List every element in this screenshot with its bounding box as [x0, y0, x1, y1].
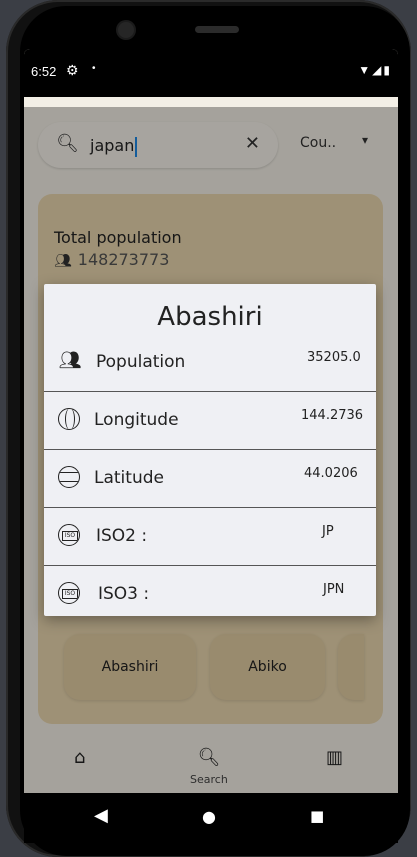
dialog-row-iso2: ISO ISO2 : JP	[44, 508, 376, 566]
status-time: 6:52	[31, 64, 57, 79]
iso-globe-icon: ISO	[58, 582, 80, 604]
iso-badge: ISO	[62, 589, 78, 599]
device-screen: 6:52 ⚙ • ▼◢▮ 🔍︎ japan ✕ Cou.. ▾ Total po…	[24, 49, 398, 843]
population-value: 35205.0	[307, 350, 361, 365]
latitude-globe-icon	[58, 466, 80, 488]
city-detail-dialog: Abashiri 👥︎ Population 35205.0 Longitude…	[44, 284, 376, 616]
longitude-label: Longitude	[94, 410, 179, 430]
signal-battery-icon: ▼◢▮	[358, 63, 392, 77]
dialog-row-longitude: Longitude 144.2736	[44, 392, 376, 450]
recents-icon[interactable]: ■	[310, 807, 324, 825]
latitude-label: Latitude	[94, 468, 164, 488]
status-bar: 6:52 ⚙ • ▼◢▮	[24, 49, 398, 97]
dialog-row-latitude: Latitude 44.0206	[44, 450, 376, 508]
population-label: Population	[96, 352, 186, 372]
iso2-label: ISO2 :	[96, 526, 148, 546]
iso-globe-icon: ISO	[58, 524, 80, 546]
iso-badge: ISO	[62, 531, 78, 541]
iso3-label: ISO3 :	[98, 584, 150, 604]
notification-dot-icon: •	[92, 63, 96, 74]
gear-icon: ⚙	[66, 62, 79, 78]
earpiece-speaker	[195, 26, 239, 33]
back-icon[interactable]: ◀	[94, 805, 108, 826]
front-camera	[118, 22, 134, 38]
latitude-value: 44.0206	[304, 466, 358, 481]
iso2-value: JP	[322, 524, 334, 539]
people-icon: 👥︎	[58, 350, 82, 371]
dialog-row-population: 👥︎ Population 35205.0	[44, 334, 376, 392]
iso3-value: JPN	[323, 582, 345, 597]
system-navigation-bar: ◀ ● ■	[24, 793, 398, 843]
longitude-value: 144.2736	[301, 408, 364, 423]
home-circle-icon[interactable]: ●	[202, 807, 216, 826]
longitude-globe-icon	[58, 408, 80, 430]
dialog-row-iso3: ISO ISO3 : JPN	[44, 566, 376, 623]
dialog-city-title: Abashiri	[157, 302, 263, 332]
